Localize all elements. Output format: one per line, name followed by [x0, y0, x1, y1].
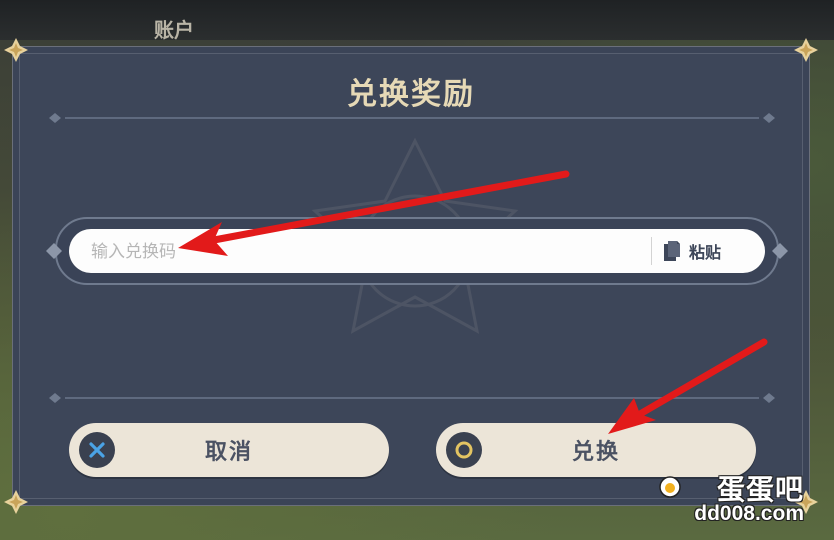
redeem-label: 兑换: [571, 440, 620, 465]
paste-button[interactable]: 粘贴: [663, 235, 753, 267]
bottom-divider: [49, 393, 775, 403]
site-watermark: 蛋蛋吧 dd008.com: [654, 468, 804, 530]
diamond-ornament-icon: [772, 243, 788, 259]
clipboard-icon: [664, 241, 680, 261]
top-divider: [49, 113, 775, 123]
account-menu-label: 账户: [154, 18, 194, 42]
close-x-icon: [79, 432, 115, 468]
egg-logo-icon: [659, 476, 681, 498]
redeem-dialog: 兑换奖励 粘贴: [4, 38, 818, 514]
cancel-label: 取消: [204, 440, 253, 465]
cancel-button[interactable]: 取消: [69, 423, 389, 477]
code-input-box: 粘贴: [69, 229, 765, 273]
watermark-url: dd008.com: [694, 502, 804, 525]
corner-ornament-icon: [4, 490, 28, 514]
diamond-ornament-icon: [46, 243, 62, 259]
input-separator: [651, 237, 652, 265]
top-menu-strip: 账户: [0, 0, 834, 42]
paste-label: 粘贴: [689, 243, 722, 262]
code-input-frame: 粘贴: [46, 217, 788, 285]
redeem-code-input[interactable]: [89, 237, 633, 267]
dialog-title: 兑换奖励: [347, 77, 475, 112]
corner-ornament-icon: [4, 38, 28, 62]
corner-ornament-icon: [794, 38, 818, 62]
circle-o-icon: [446, 432, 482, 468]
